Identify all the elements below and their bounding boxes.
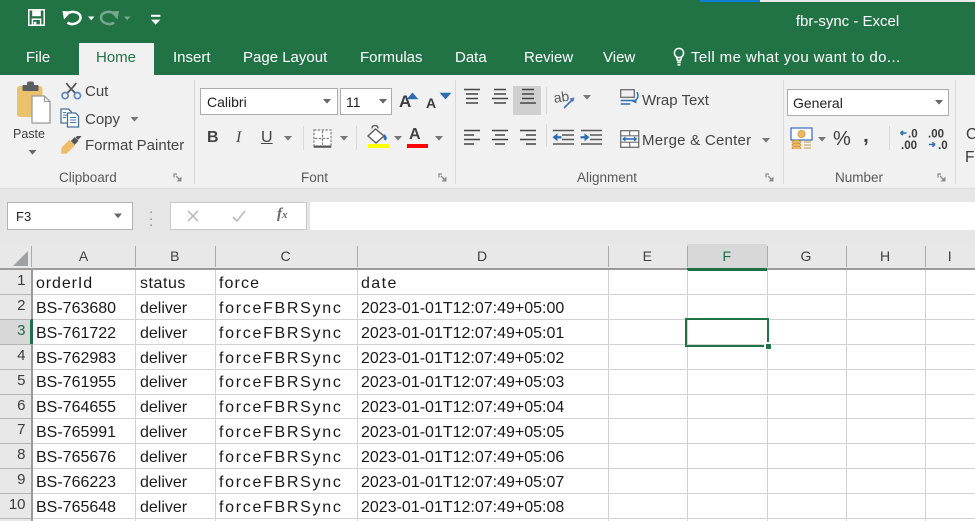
- svg-text:.0: .0: [938, 140, 948, 150]
- svg-text:.00: .00: [901, 140, 917, 150]
- svg-text:.0: .0: [908, 129, 918, 141]
- svg-text:.00: .00: [928, 129, 944, 141]
